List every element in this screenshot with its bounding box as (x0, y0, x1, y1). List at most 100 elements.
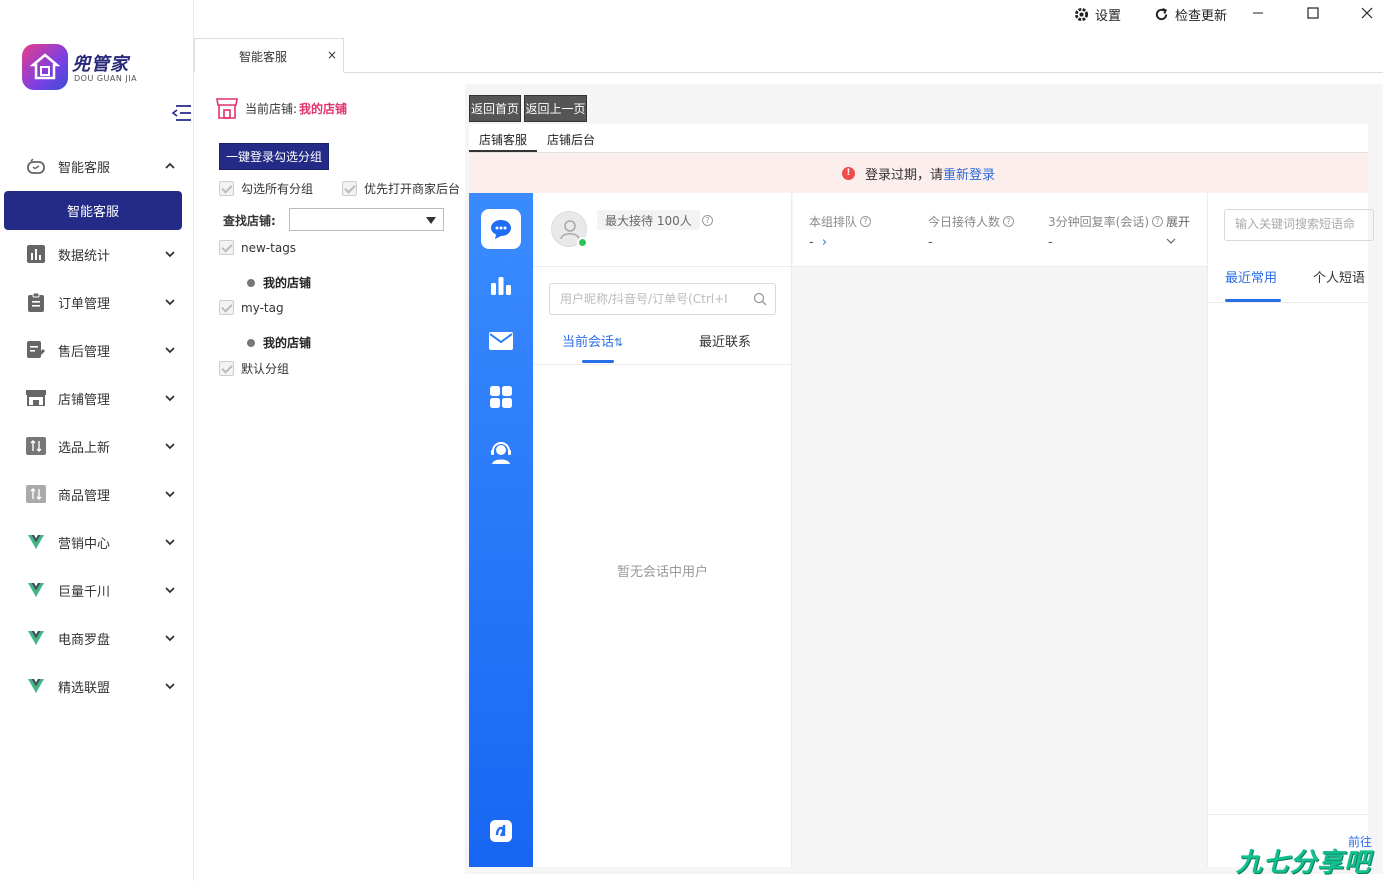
current-store-name: 我的店铺 (299, 101, 348, 116)
group-store-item[interactable]: 我的店铺 (247, 274, 311, 291)
sidebar-item-qianchuan[interactable]: 巨量千川 (26, 574, 176, 606)
sidebar-item-product-select[interactable]: 选品上新 (26, 430, 176, 462)
bullet-icon (247, 278, 255, 287)
apps-grid-icon (490, 386, 512, 408)
group-checkbox-default[interactable]: 默认分组 (219, 360, 289, 377)
logo-subtext: DOU GUAN JIA (74, 74, 138, 83)
sidebar-item-store-mgmt[interactable]: 店铺管理 (26, 382, 176, 414)
group-checkbox-my-tag[interactable]: my-tag (219, 300, 284, 315)
search-icon[interactable] (753, 292, 767, 306)
stats-bar: 本组排队? - › 今日接待人数? - 3分钟回复率(会话)? 展开 - (793, 193, 1207, 267)
vue-icon (26, 532, 46, 552)
conversation-search[interactable] (549, 283, 776, 315)
sort-icon (26, 436, 46, 456)
maximize-button[interactable] (1301, 3, 1325, 23)
prefer-backend-checkbox[interactable]: 优先打开商家后台 (342, 180, 460, 197)
check-update-button[interactable]: 检查更新 (1154, 4, 1227, 24)
tab-current-conversation[interactable]: 当前会话⇅ (562, 331, 623, 350)
subtab-underline (469, 150, 537, 152)
rail-agent-button[interactable] (481, 433, 521, 473)
store-icon (216, 98, 238, 119)
group-store-item[interactable]: 我的店铺 (247, 334, 311, 351)
rail-apps-button[interactable] (481, 377, 521, 417)
select-all-groups-checkbox[interactable]: 勾选所有分组 (219, 180, 313, 197)
subtab-store-service[interactable]: 店铺客服 (479, 131, 527, 148)
back-previous-button[interactable]: 返回上一页 (524, 95, 587, 122)
stat-today-value: - (928, 235, 933, 250)
vue-icon (26, 580, 46, 600)
collapse-menu-icon[interactable] (170, 103, 192, 123)
sidebar-item-label: 智能客服 (58, 160, 111, 176)
login-expired-alert: ! 登录过期，请 重新登录 (469, 153, 1368, 193)
quick-reply-search-input[interactable] (1235, 217, 1373, 231)
help-icon[interactable]: ? (860, 216, 872, 227)
conversation-search-input[interactable] (560, 290, 745, 308)
rail-chat-button[interactable] (481, 209, 521, 249)
doudian-logo-icon (490, 820, 512, 842)
stat-queue-value[interactable]: - › (809, 235, 827, 250)
tab-close-icon[interactable]: × (327, 48, 337, 62)
checkbox-icon (219, 240, 234, 255)
close-window-button[interactable] (1355, 3, 1379, 23)
vue-icon (26, 628, 46, 648)
back-home-button[interactable]: 返回首页 (469, 95, 521, 122)
sidebar-item-goods-mgmt[interactable]: 商品管理 (26, 478, 176, 510)
help-icon[interactable]: ? (1003, 216, 1015, 227)
select-all-groups-label: 勾选所有分组 (241, 182, 314, 196)
stat-queue: 本组排队? (809, 213, 872, 230)
relogin-link[interactable]: 重新登录 (943, 164, 995, 183)
divider (1208, 814, 1369, 815)
checkbox-icon (219, 300, 234, 315)
settings-button[interactable]: 设置 (1074, 4, 1121, 24)
tab-smart-service[interactable]: 智能客服 × (194, 38, 344, 73)
minimize-icon (1253, 12, 1263, 14)
sidebar-item-compass[interactable]: 电商罗盘 (26, 622, 176, 654)
alert-text: 登录过期，请 (864, 167, 943, 183)
tab-personal-phrases[interactable]: 个人短语 (1313, 267, 1365, 286)
sort-icon: ⇅ (614, 336, 624, 349)
submenu-smart-service[interactable]: 智能客服 (4, 191, 182, 230)
chevron-down-icon (165, 539, 175, 546)
rail-stats-button[interactable] (481, 265, 521, 305)
stat-label: 今日接待人数 (928, 215, 1001, 229)
chevron-down-icon[interactable] (1166, 237, 1176, 245)
sidebar-item-data-stats[interactable]: 数据统计 (26, 238, 176, 270)
bar-chart-icon (26, 244, 46, 264)
expand-stats-button[interactable]: 展开 (1166, 213, 1190, 230)
agent-avatar[interactable] (551, 211, 588, 248)
rail-doudian-button[interactable] (481, 811, 521, 851)
sidebar-item-order-mgmt[interactable]: 订单管理 (26, 286, 176, 318)
quick-reply-search[interactable] (1224, 209, 1374, 241)
sidebar-item-label: 巨量千川 (58, 584, 111, 600)
sidebar: 兜管家 DOU GUAN JIA 智能客服 智能客服 数据统计 订单管理 售后管… (0, 0, 194, 881)
tab-recent-contacts[interactable]: 最近联系 (699, 331, 751, 350)
rail-mail-button[interactable] (481, 321, 521, 361)
stat-value: - (809, 235, 814, 250)
stat-label: 本组排队 (809, 215, 858, 229)
sidebar-item-smart-service[interactable]: 智能客服 (26, 150, 176, 182)
robot-icon (26, 156, 46, 176)
group-checkbox-new-tags[interactable]: new-tags (219, 240, 296, 255)
sidebar-item-marketing[interactable]: 营销中心 (26, 526, 176, 558)
current-store-label: 当前店铺: (245, 101, 298, 116)
icon-rail (469, 193, 533, 867)
group-name: 默认分组 (241, 362, 290, 376)
current-store: 当前店铺: 我的店铺 (215, 96, 347, 120)
chevron-down-icon (165, 395, 175, 402)
chevron-right-icon[interactable]: › (822, 235, 827, 250)
login-group-button[interactable]: 一键登录勾选分组 (219, 143, 329, 170)
sidebar-item-label: 售后管理 (58, 344, 111, 360)
sidebar-item-alliance[interactable]: 精选联盟 (26, 670, 176, 702)
chevron-down-icon (165, 587, 175, 594)
minimize-button[interactable] (1246, 3, 1270, 23)
help-icon[interactable]: ? (1152, 216, 1163, 227)
chevron-down-icon (165, 347, 175, 354)
sidebar-item-aftersale[interactable]: 售后管理 (26, 334, 176, 366)
store-subtabs: 店铺客服 店铺后台 (469, 124, 1368, 153)
watermark: 九七分享吧 (1236, 848, 1372, 878)
find-store-select[interactable] (289, 208, 444, 231)
tab-recent-phrases[interactable]: 最近常用 (1225, 267, 1277, 286)
gear-icon (1074, 7, 1089, 21)
help-icon[interactable]: ? (702, 215, 713, 226)
subtab-store-backend[interactable]: 店铺后台 (547, 131, 595, 148)
